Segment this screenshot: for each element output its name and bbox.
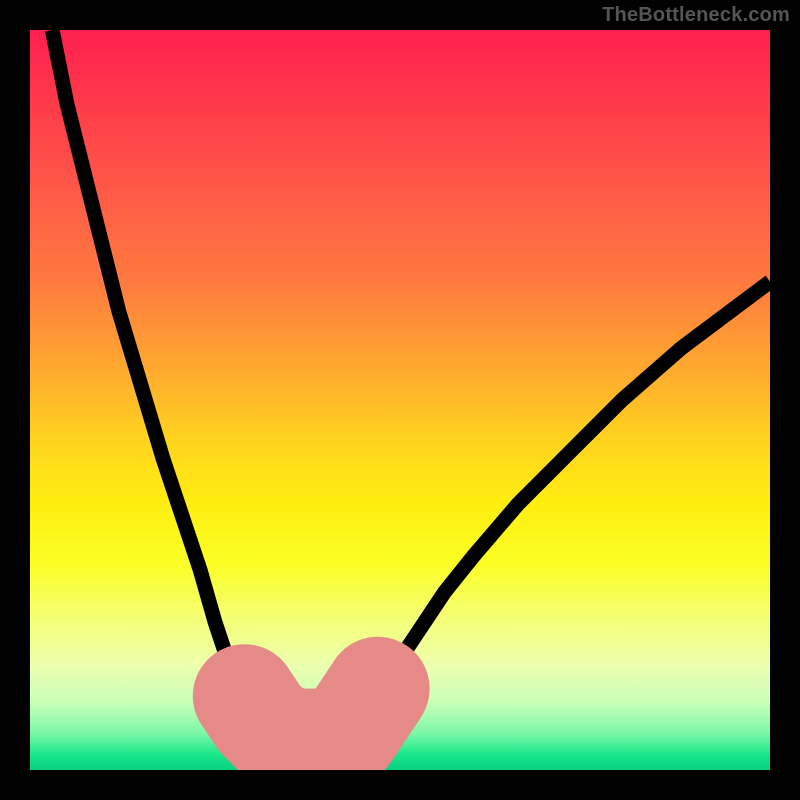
sweet-spot-marker [245, 689, 378, 741]
chart-frame: TheBottleneck.com [0, 0, 800, 800]
watermark-text: TheBottleneck.com [602, 4, 790, 27]
curve-layer [30, 30, 770, 770]
left-curve [52, 30, 281, 740]
plot-area [30, 30, 770, 770]
